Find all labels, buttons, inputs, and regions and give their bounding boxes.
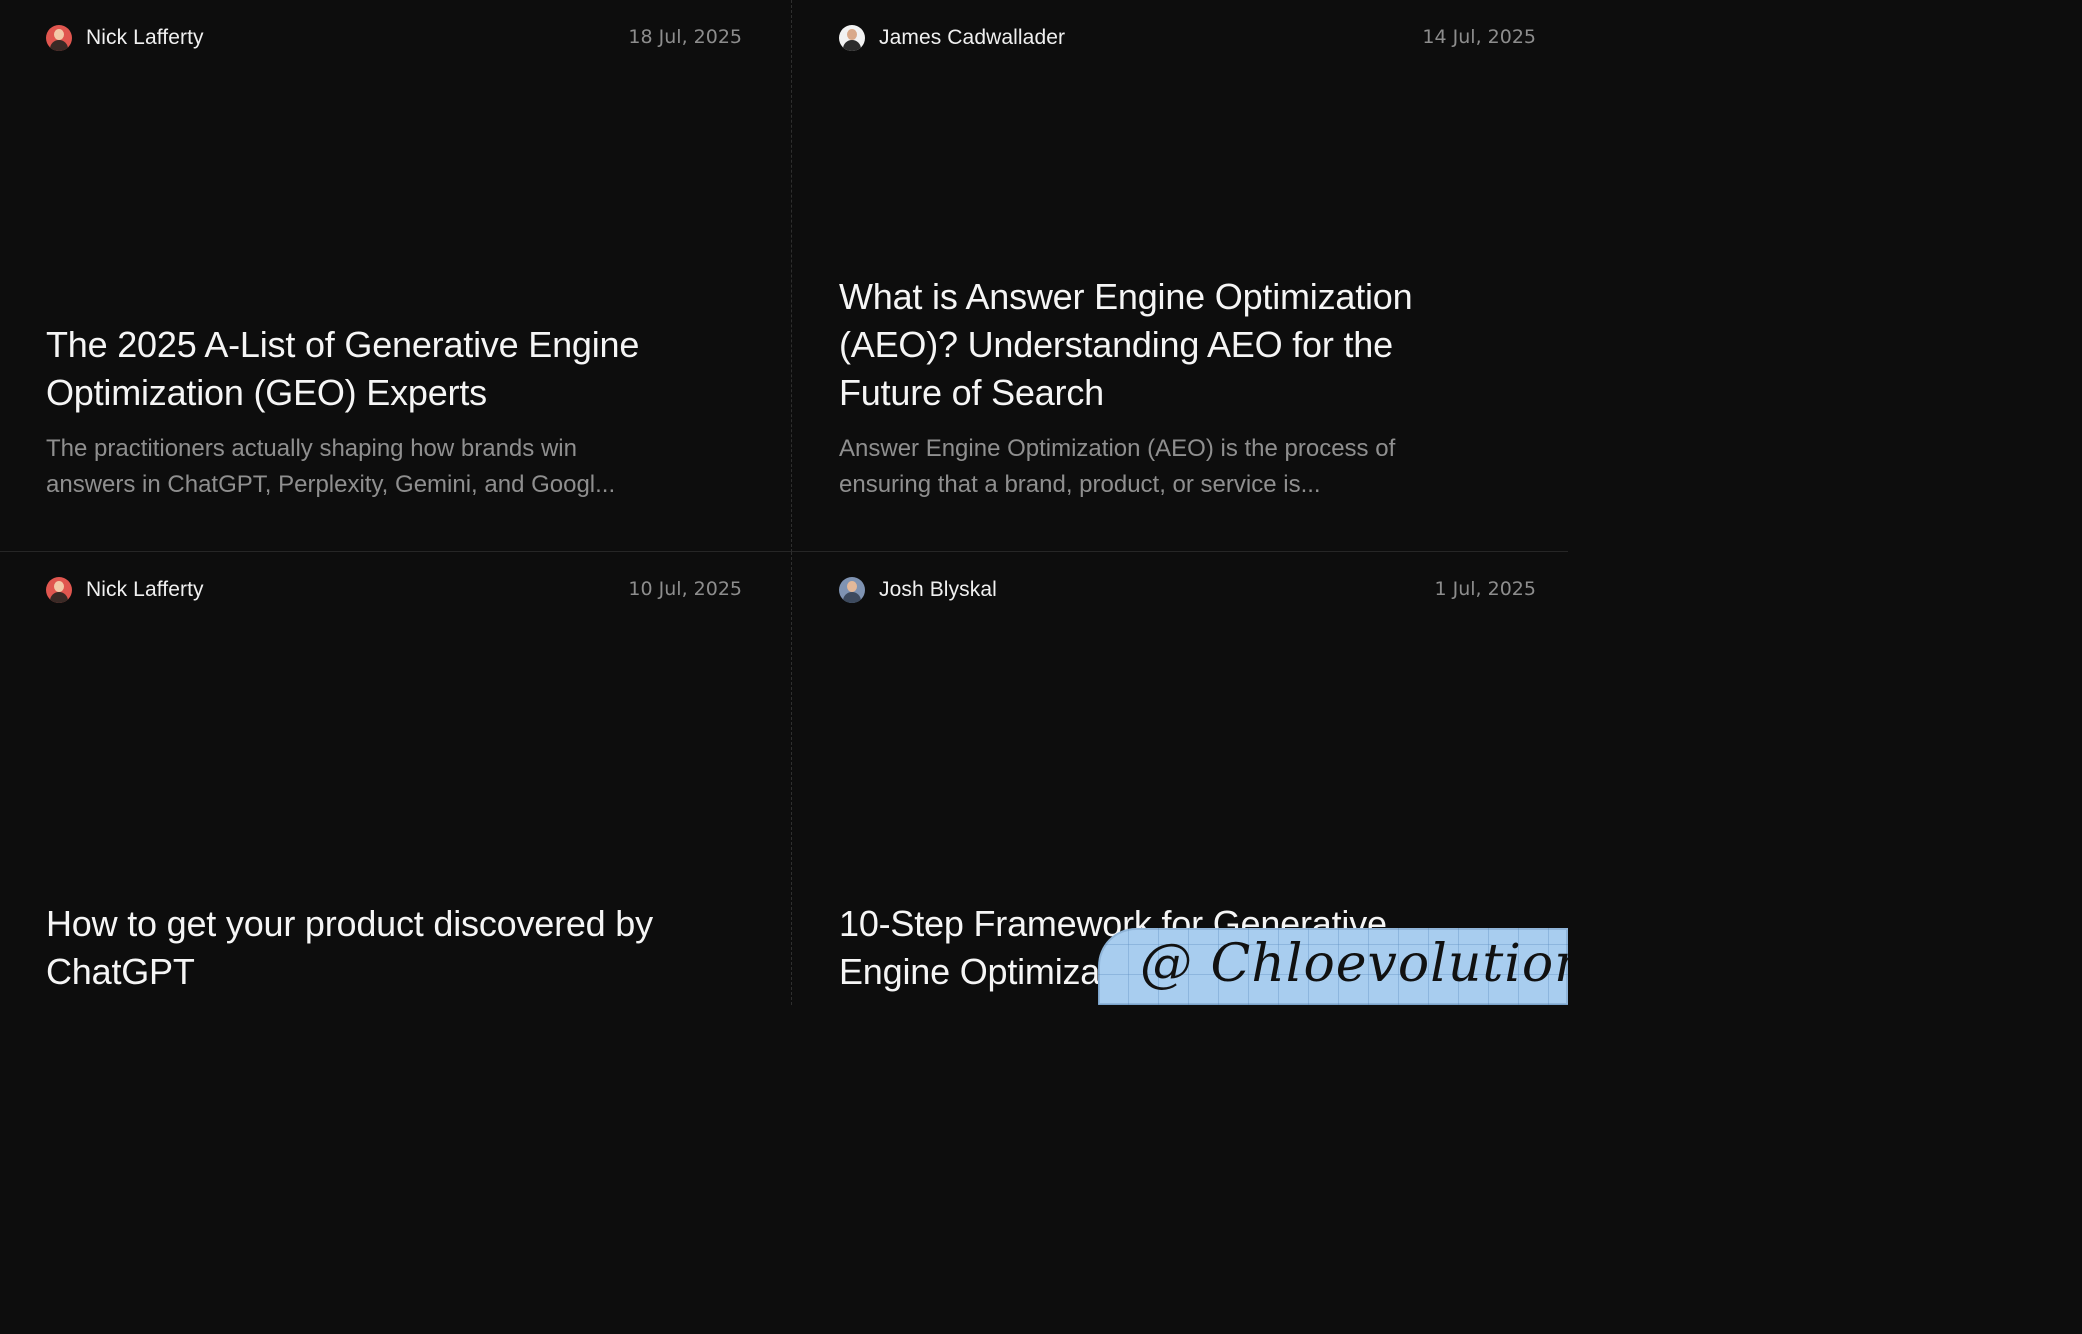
post-card[interactable]: Nick Lafferty 10 Jul, 2025 How to get yo… <box>0 552 792 1005</box>
post-card[interactable]: Nick Lafferty 18 Jul, 2025 The 2025 A-Li… <box>0 0 792 552</box>
avatar-head-shape <box>847 581 857 592</box>
post-author[interactable]: Josh Blyskal <box>839 576 997 604</box>
post-title[interactable]: What is Answer Engine Optimization (AEO)… <box>839 273 1479 417</box>
avatar-head-shape <box>54 581 64 592</box>
post-date: 18 Jul, 2025 <box>628 26 742 48</box>
avatar-body-shape <box>843 592 861 603</box>
avatar-body-shape <box>50 592 68 603</box>
author-name: James Cadwallader <box>879 26 1066 49</box>
post-card[interactable]: James Cadwallader 14 Jul, 2025 What is A… <box>792 0 1568 552</box>
avatar-body-shape <box>50 40 68 51</box>
post-title[interactable]: The 2025 A-List of Generative Engine Opt… <box>46 321 686 417</box>
watermark-text: @ Chloevolution <box>1140 934 1568 994</box>
post-text: How to get your product discovered by Ch… <box>46 900 686 996</box>
author-avatar <box>839 25 865 51</box>
avatar-head-shape <box>847 29 857 40</box>
post-author[interactable]: Nick Lafferty <box>46 576 204 604</box>
post-date: 10 Jul, 2025 <box>628 578 742 600</box>
post-author[interactable]: Nick Lafferty <box>46 24 204 52</box>
author-avatar <box>839 577 865 603</box>
avatar-body-shape <box>843 40 861 51</box>
blog-post-grid: Nick Lafferty 18 Jul, 2025 The 2025 A-Li… <box>0 0 1568 1005</box>
post-text: What is Answer Engine Optimization (AEO)… <box>839 273 1479 503</box>
post-author[interactable]: James Cadwallader <box>839 24 1065 52</box>
author-avatar <box>46 25 72 51</box>
author-name: Nick Lafferty <box>86 26 204 49</box>
watermark-badge: @ Chloevolution <box>1098 928 1568 1005</box>
post-date: 14 Jul, 2025 <box>1422 26 1536 48</box>
post-date: 1 Jul, 2025 <box>1434 578 1537 600</box>
author-name: Nick Lafferty <box>86 578 204 601</box>
post-text: The 2025 A-List of Generative Engine Opt… <box>46 321 686 503</box>
author-name: Josh Blyskal <box>879 578 997 601</box>
post-excerpt: The practitioners actually shaping how b… <box>46 435 616 498</box>
author-avatar <box>46 577 72 603</box>
post-title[interactable]: How to get your product discovered by Ch… <box>46 900 686 996</box>
avatar-head-shape <box>54 29 64 40</box>
post-excerpt: Answer Engine Optimization (AEO) is the … <box>839 435 1396 498</box>
